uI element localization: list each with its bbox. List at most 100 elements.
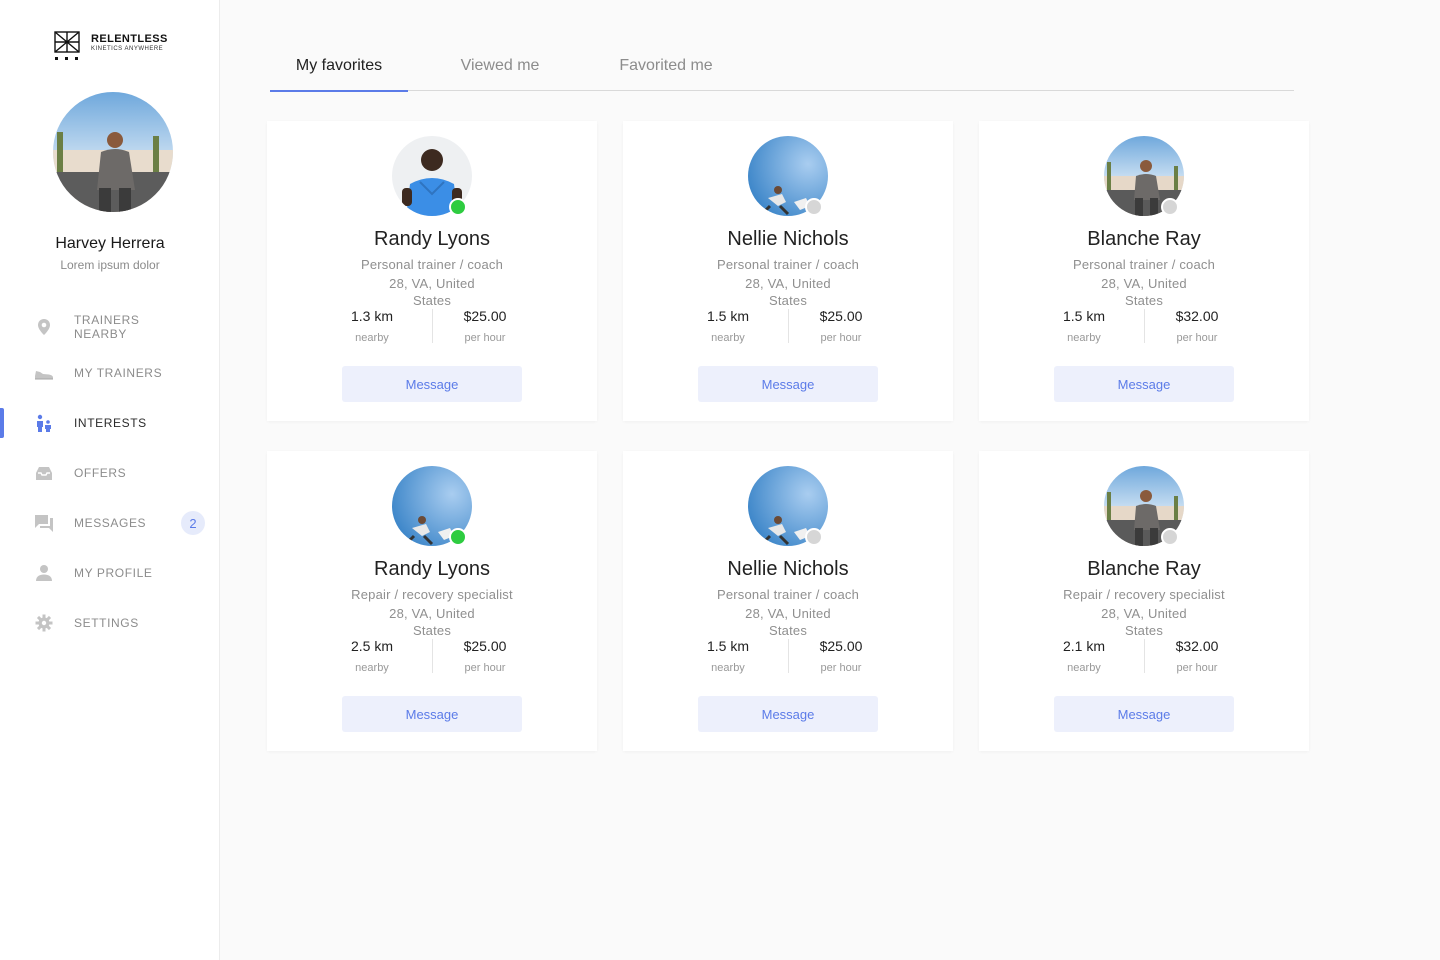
trainer-distance-label: nearby — [711, 332, 745, 344]
nav-item-messages[interactable]: MESSAGES 2 — [0, 508, 220, 538]
trainer-card: Randy Lyons Repair / recovery specialist… — [267, 451, 597, 751]
message-button[interactable]: Message — [1054, 366, 1234, 402]
status-indicator — [449, 198, 467, 216]
message-button[interactable]: Message — [342, 366, 522, 402]
trainer-location: 28, VA, United States — [1101, 276, 1187, 308]
brand-logo[interactable]: RELENTLESS KINETICS ANYWHERE — [53, 30, 168, 62]
trainer-distance-label: nearby — [355, 662, 389, 674]
sneaker-icon — [35, 371, 53, 380]
brand-title: RELENTLESS — [91, 33, 168, 45]
trainer-name: Blanche Ray — [1087, 228, 1201, 250]
brand-mark-icon — [54, 31, 80, 60]
trainer-location: 28, VA, United States — [389, 276, 475, 308]
tab-viewed-me[interactable]: Viewed me — [436, 40, 564, 91]
trainer-distance-label: nearby — [1067, 332, 1101, 344]
nav-label: SETTINGS — [74, 616, 139, 630]
location-pin-icon — [38, 319, 50, 335]
inbox-icon — [36, 467, 52, 480]
people-icon — [37, 414, 51, 432]
trainer-card: Nellie Nichols Personal trainer / coach … — [623, 451, 953, 751]
status-indicator — [1161, 528, 1179, 546]
nav-item-offers[interactable]: OFFERS — [0, 458, 220, 488]
trainer-price: $32.00 — [1175, 308, 1219, 324]
tab-favorited-me[interactable]: Favorited me — [592, 40, 740, 91]
trainer-location: 28, VA, United States — [389, 606, 475, 638]
message-button[interactable]: Message — [698, 366, 878, 402]
trainer-distance: 1.5 km — [706, 308, 749, 324]
sidebar: RELENTLESS KINETICS ANYWHERE Harvey Herr… — [0, 0, 220, 960]
nav-label: MESSAGES — [74, 516, 147, 530]
trainer-name: Randy Lyons — [374, 228, 490, 250]
nav-label: MY PROFILE — [74, 566, 153, 580]
message-button[interactable]: Message — [1054, 696, 1234, 732]
trainer-distance: 1.5 km — [706, 638, 749, 654]
brand-subtitle: KINETICS ANYWHERE — [91, 46, 164, 52]
nav-item-settings[interactable]: SETTINGS — [0, 608, 220, 638]
stat-divider — [1144, 309, 1145, 343]
trainer-price-label: per hour — [1176, 662, 1218, 674]
trainer-distance-label: nearby — [711, 662, 745, 674]
gear-icon — [35, 614, 53, 632]
trainer-role: Personal trainer / coach — [360, 257, 504, 272]
stat-divider — [1144, 639, 1145, 673]
trainer-location: 28, VA, United States — [745, 276, 831, 308]
profile-avatar[interactable] — [53, 92, 173, 212]
nav-label: OFFERS — [74, 466, 127, 480]
profile-name: Harvey Herrera — [55, 235, 165, 252]
stat-divider — [788, 309, 789, 343]
trainer-card: Blanche Ray Repair / recovery specialist… — [979, 451, 1309, 751]
trainer-price-label: per hour — [820, 332, 862, 344]
nav-item-interests[interactable]: INTERESTS — [0, 408, 220, 438]
trainer-name: Blanche Ray — [1087, 558, 1201, 580]
stat-divider — [432, 309, 433, 343]
status-indicator — [449, 528, 467, 546]
trainer-name: Nellie Nichols — [727, 558, 849, 580]
trainer-distance: 1.3 km — [350, 308, 393, 324]
trainer-price-label: per hour — [464, 662, 506, 674]
trainer-location: 28, VA, United States — [1101, 606, 1187, 638]
person-icon — [36, 565, 52, 581]
trainer-distance-label: nearby — [1067, 662, 1101, 674]
tab-my-favorites[interactable]: My favorites — [270, 40, 408, 92]
trainer-distance: 2.5 km — [350, 638, 393, 654]
trainer-role: Repair / recovery specialist — [351, 587, 513, 602]
trainer-distance: 1.5 km — [1062, 308, 1105, 324]
nav-label: TRAINERS NEARBY — [74, 313, 140, 341]
nav-label: INTERESTS — [74, 416, 147, 430]
status-indicator — [1161, 198, 1179, 216]
nav-item-my-trainers[interactable]: MY TRAINERS — [0, 358, 220, 388]
trainer-price-label: per hour — [1176, 332, 1218, 344]
trainer-card: Blanche Ray Personal trainer / coach 28,… — [979, 121, 1309, 421]
trainer-role: Personal trainer / coach — [1072, 257, 1216, 272]
trainer-price: $25.00 — [819, 308, 863, 324]
trainer-price: $25.00 — [463, 638, 507, 654]
trainer-distance-label: nearby — [355, 332, 389, 344]
trainer-name: Nellie Nichols — [727, 228, 849, 250]
status-indicator — [805, 198, 823, 216]
profile-subtitle: Lorem ipsum dolor — [60, 258, 160, 272]
message-button[interactable]: Message — [698, 696, 878, 732]
trainer-name: Randy Lyons — [374, 558, 490, 580]
trainer-card: Nellie Nichols Personal trainer / coach … — [623, 121, 953, 421]
trainer-distance: 2.1 km — [1062, 638, 1105, 654]
trainer-card: Randy Lyons Personal trainer / coach 28,… — [267, 121, 597, 421]
nav-item-my-profile[interactable]: MY PROFILE — [0, 558, 220, 588]
trainer-price-label: per hour — [820, 662, 862, 674]
trainer-price: $25.00 — [819, 638, 863, 654]
trainer-location: 28, VA, United States — [745, 606, 831, 638]
message-button[interactable]: Message — [342, 696, 522, 732]
trainer-price: $32.00 — [1175, 638, 1219, 654]
trainer-role: Repair / recovery specialist — [1063, 587, 1225, 602]
nav-item-trainers-nearby[interactable]: TRAINERS NEARBY — [0, 312, 220, 342]
messages-count-badge: 2 — [181, 511, 205, 535]
status-indicator — [805, 528, 823, 546]
nav-label: MY TRAINERS — [74, 366, 163, 380]
chat-icon — [35, 515, 53, 532]
stat-divider — [788, 639, 789, 673]
tab-bar: My favorites Viewed me Favorited me — [270, 40, 1294, 92]
stat-divider — [432, 639, 433, 673]
trainer-price-label: per hour — [464, 332, 506, 344]
trainer-role: Personal trainer / coach — [716, 257, 860, 272]
trainer-price: $25.00 — [463, 308, 507, 324]
trainer-role: Personal trainer / coach — [716, 587, 860, 602]
